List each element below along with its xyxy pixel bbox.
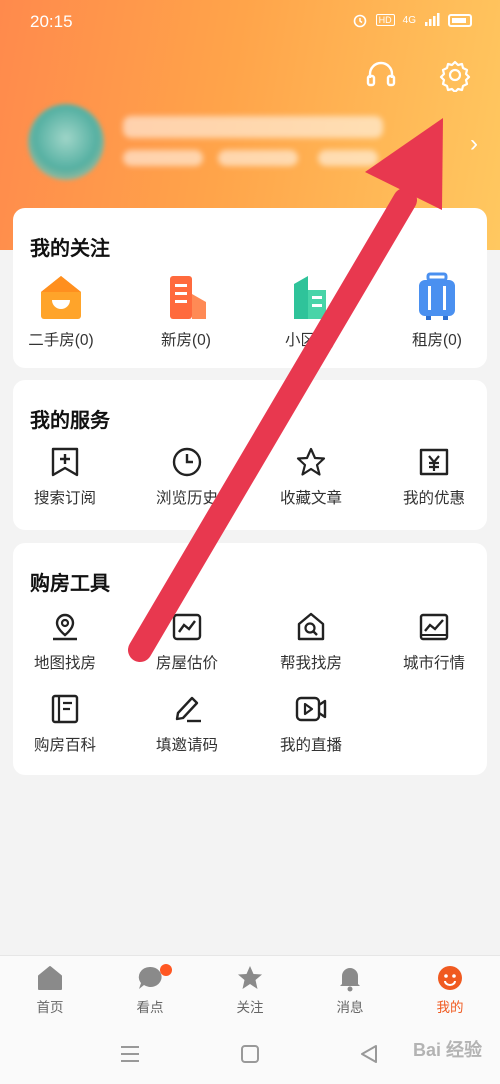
service-item-label: 浏览历史 xyxy=(155,490,218,507)
hd-badge: HD xyxy=(375,14,395,26)
profile-meta-blurred xyxy=(318,150,378,166)
battery-icon xyxy=(448,13,472,27)
status-bar: 20:15 HD 4G xyxy=(0,0,500,44)
service-item-favorites[interactable]: 收藏文章 xyxy=(256,446,366,508)
bell-icon xyxy=(340,968,360,992)
profile-icon xyxy=(438,966,462,990)
rental-icon xyxy=(419,272,455,320)
tab-label: 关注 xyxy=(236,1000,264,1015)
profile-meta-blurred xyxy=(218,150,298,166)
trend-icon xyxy=(172,613,202,641)
follow-card: 我的关注 二手房(0) 新房(0) 小区(0) 租房(0) xyxy=(13,208,487,368)
service-item-label: 我的优惠 xyxy=(402,490,465,507)
services-card-title: 我的服务 xyxy=(30,410,110,432)
tool-item-help-find[interactable]: 帮我找房 xyxy=(256,611,366,673)
follow-item-label: 新房(0) xyxy=(161,332,211,349)
tool-item-map-search[interactable]: 地图找房 xyxy=(10,611,120,673)
house-search-icon xyxy=(297,612,325,641)
headset-icon[interactable] xyxy=(364,58,398,92)
tool-item-label: 房屋估价 xyxy=(155,655,218,672)
avatar[interactable] xyxy=(28,104,104,180)
tool-item-label: 地图找房 xyxy=(33,655,96,672)
watermark: Bai 经验 xyxy=(412,1040,482,1060)
chevron-right-icon[interactable]: › xyxy=(470,130,478,158)
profile-name-blurred xyxy=(123,116,383,138)
service-item-label: 搜索订阅 xyxy=(33,490,96,507)
status-time: 20:15 xyxy=(30,12,73,31)
menu-icon[interactable] xyxy=(120,1045,140,1063)
community-icon xyxy=(294,276,326,319)
tab-label: 消息 xyxy=(336,1000,364,1015)
coupon-icon xyxy=(419,448,449,476)
alarm-icon xyxy=(353,14,366,28)
video-icon xyxy=(295,696,327,722)
tool-item-label: 城市行情 xyxy=(402,655,465,672)
follow-item-rental[interactable]: 租房(0) xyxy=(382,272,492,350)
network-indicator: 4G xyxy=(402,14,416,26)
tab-label: 我的 xyxy=(436,1000,464,1015)
follow-item-label: 二手房(0) xyxy=(28,332,94,349)
gear-icon[interactable] xyxy=(438,58,472,92)
follow-item-label: 小区(0) xyxy=(285,332,335,349)
book-icon xyxy=(51,694,79,724)
profile-meta-blurred xyxy=(123,150,203,166)
home-square-icon[interactable] xyxy=(241,1045,259,1063)
tab-follow[interactable]: 关注 xyxy=(200,964,300,1016)
tool-item-encyclopedia[interactable]: 购房百科 xyxy=(10,693,120,755)
chart-icon xyxy=(419,613,449,641)
tools-card: 购房工具 地图找房 房屋估价 帮我找房 城市行情 购房百科 填邀请码 我的直播 xyxy=(13,543,487,775)
tab-label: 首页 xyxy=(36,1000,64,1015)
tab-home[interactable]: 首页 xyxy=(0,964,100,1016)
tab-highlights[interactable]: 看点 xyxy=(100,964,200,1016)
service-item-search-subscribe[interactable]: 搜索订阅 xyxy=(10,446,120,508)
follow-item-second-hand[interactable]: 二手房(0) xyxy=(6,272,116,350)
tab-messages[interactable]: 消息 xyxy=(300,964,400,1016)
tab-mine[interactable]: 我的 xyxy=(400,964,500,1016)
follow-item-community[interactable]: 小区(0) xyxy=(255,272,365,350)
tool-item-label: 填邀请码 xyxy=(155,737,218,754)
back-icon[interactable] xyxy=(360,1045,378,1063)
pen-icon xyxy=(175,696,201,723)
tool-item-label: 购房百科 xyxy=(33,737,96,754)
tool-item-invite-code[interactable]: 填邀请码 xyxy=(132,693,242,755)
tool-item-city-market[interactable]: 城市行情 xyxy=(379,611,489,673)
home-icon xyxy=(38,966,62,990)
tool-item-label: 我的直播 xyxy=(279,737,342,754)
signal-icon xyxy=(425,13,440,26)
profile-summary[interactable]: › xyxy=(28,104,478,184)
follow-item-label: 租房(0) xyxy=(412,332,462,349)
bookmark-plus-icon xyxy=(51,447,79,477)
second-hand-house-icon xyxy=(41,276,81,319)
service-item-history[interactable]: 浏览历史 xyxy=(132,446,242,508)
tools-card-title: 购房工具 xyxy=(30,573,110,595)
star-icon xyxy=(238,966,262,989)
tool-item-label: 帮我找房 xyxy=(279,655,342,672)
tab-label: 看点 xyxy=(136,1000,164,1015)
tool-item-live[interactable]: 我的直播 xyxy=(256,693,366,755)
clock-icon xyxy=(172,447,202,477)
notification-dot xyxy=(160,964,172,976)
tool-item-valuation[interactable]: 房屋估价 xyxy=(132,611,242,673)
follow-card-title: 我的关注 xyxy=(30,238,110,260)
follow-item-new-house[interactable]: 新房(0) xyxy=(131,272,241,350)
service-item-coupon[interactable]: 我的优惠 xyxy=(379,446,489,508)
status-icons: HD 4G xyxy=(352,12,472,28)
star-icon xyxy=(296,447,326,476)
bottom-tab-bar: 首页 看点 关注 消息 我的 xyxy=(0,955,500,1027)
service-item-label: 收藏文章 xyxy=(279,490,342,507)
map-pin-icon xyxy=(53,613,77,641)
services-card: 我的服务 搜索订阅 浏览历史 收藏文章 我的优惠 xyxy=(13,380,487,530)
new-house-icon xyxy=(170,276,206,319)
